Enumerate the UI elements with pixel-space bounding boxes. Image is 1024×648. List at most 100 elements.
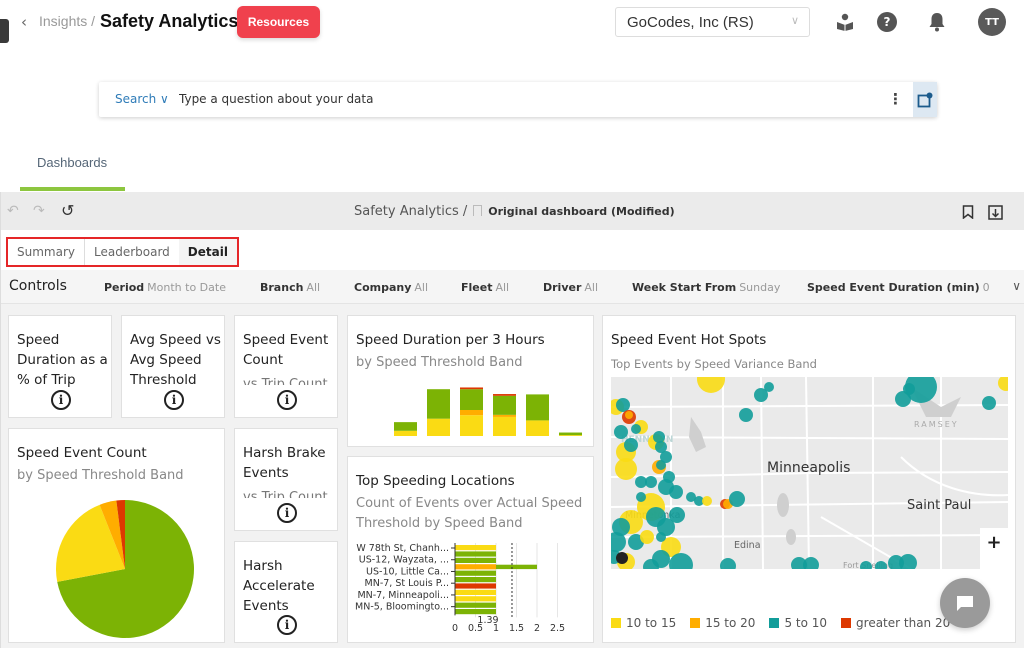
control-driver[interactable]: Driver All — [543, 281, 598, 294]
hot-spot-point[interactable] — [669, 485, 683, 499]
bar-segment[interactable] — [460, 387, 483, 390]
control-speed-event-duration[interactable]: Speed Event Duration (min) 0 — [807, 281, 990, 294]
bar-segment[interactable] — [460, 415, 483, 436]
speed-event-count-pie-card[interactable]: Speed Event Count by Speed Threshold Ban… — [8, 428, 225, 643]
location-bar[interactable] — [455, 577, 496, 583]
bar-segment[interactable] — [493, 414, 516, 417]
hot-spot-point[interactable] — [697, 377, 725, 393]
hot-spot-point[interactable] — [764, 382, 774, 392]
info-icon[interactable]: i — [277, 615, 297, 635]
reset-icon[interactable]: ↺ — [61, 201, 74, 220]
location-bar[interactable] — [455, 551, 496, 557]
resources-button[interactable]: Resources — [237, 6, 320, 38]
more-options-icon[interactable]: ⋮ — [888, 90, 903, 108]
bar-segment[interactable] — [493, 395, 516, 415]
hot-spot-point[interactable] — [624, 438, 638, 452]
location-bar[interactable] — [455, 602, 496, 608]
bar-segment[interactable] — [493, 416, 516, 436]
sheet-tab-summary[interactable]: Summary — [8, 239, 85, 265]
control-week-start[interactable]: Week Start From Sunday — [632, 281, 780, 294]
redo-icon[interactable]: ↷ — [33, 203, 45, 219]
hot-spot-point[interactable] — [702, 496, 712, 506]
back-chevron-icon[interactable]: ‹ — [21, 13, 27, 31]
legend-item[interactable]: 5 to 10 — [769, 616, 827, 630]
hot-spot-point[interactable] — [614, 425, 628, 439]
zoom-in-button[interactable]: + — [980, 528, 1008, 556]
hot-spot-point[interactable] — [631, 424, 641, 434]
hot-spot-point[interactable] — [903, 383, 915, 395]
user-avatar[interactable]: TT — [978, 8, 1006, 36]
hot-spot-point[interactable] — [899, 554, 917, 569]
hot-spot-point[interactable] — [645, 476, 657, 488]
location-bar[interactable] — [455, 545, 496, 551]
kpi-card-harsh-accelerate[interactable]: Harsh Accelerate Events i — [234, 541, 338, 643]
bar-segment[interactable] — [460, 410, 483, 416]
sheet-tab-detail[interactable]: Detail — [178, 239, 237, 265]
map-attribution-icon[interactable] — [616, 552, 628, 564]
kpi-card-avg-speed[interactable]: Avg Speed vs Avg Speed Threshold i — [121, 315, 225, 418]
controls-title[interactable]: Controls — [9, 278, 67, 294]
dashboard-breadcrumb-root[interactable]: Safety Analytics / — [354, 204, 467, 219]
hot-spot-point[interactable] — [729, 491, 745, 507]
kpi-card-harsh-brake[interactable]: Harsh Brake Events vs Trip Count i — [234, 428, 338, 531]
control-branch[interactable]: Branch All — [260, 281, 320, 294]
location-bar[interactable] — [455, 570, 496, 576]
hot-spot-point[interactable] — [616, 398, 630, 412]
help-icon[interactable]: ? — [876, 11, 898, 33]
info-icon[interactable]: i — [277, 390, 297, 410]
legend-item[interactable]: greater than 20 — [841, 616, 950, 630]
expand-controls-chevron-icon[interactable]: ∨ — [1012, 279, 1021, 293]
bar-segment[interactable] — [427, 389, 450, 419]
hot-spot-point[interactable] — [669, 507, 685, 523]
bar-segment[interactable] — [559, 435, 582, 436]
info-icon[interactable]: i — [277, 503, 297, 523]
hot-spot-point[interactable] — [653, 431, 665, 443]
undo-icon[interactable]: ↶ — [7, 203, 19, 219]
zoom-out-button[interactable]: − — [980, 556, 1008, 570]
training-icon[interactable] — [834, 11, 856, 33]
kpi-card-speed-duration-pct[interactable]: Speed Duration as a % of Trip i — [8, 315, 112, 418]
info-icon[interactable]: i — [164, 390, 184, 410]
hot-spot-point[interactable] — [803, 557, 819, 569]
bar-segment[interactable] — [526, 420, 549, 436]
location-bar[interactable] — [455, 557, 496, 563]
legend-item[interactable]: 10 to 15 — [611, 616, 676, 630]
hot-spot-point[interactable] — [636, 492, 646, 502]
breadcrumb-insights[interactable]: Insights / — [39, 13, 95, 29]
location-bar[interactable] — [496, 564, 537, 570]
company-select[interactable]: GoCodes, Inc (RS) ∨ — [615, 7, 810, 37]
notifications-bell-icon[interactable] — [926, 11, 948, 33]
location-bar[interactable] — [455, 609, 496, 615]
bar-segment[interactable] — [460, 389, 483, 410]
hot-spot-point[interactable] — [982, 396, 996, 410]
bar-segment[interactable] — [394, 430, 417, 436]
bar-segment[interactable] — [526, 394, 549, 421]
hot-spot-point[interactable] — [660, 451, 672, 463]
download-icon[interactable] — [988, 205, 1003, 220]
speed-duration-bar-card[interactable]: Speed Duration per 3 Hours by Speed Thre… — [347, 315, 594, 447]
search-input[interactable] — [179, 86, 879, 112]
map-canvas[interactable]: HENNEPINRAMSEYMinneapolisSaint PaulMinne… — [611, 377, 1008, 569]
location-bar[interactable] — [455, 564, 496, 570]
legend-item[interactable]: 15 to 20 — [690, 616, 755, 630]
top-speeding-locations-card[interactable]: Top Speeding Locations Count of Events o… — [347, 456, 594, 643]
search-mode-dropdown[interactable]: Search ∨ — [115, 92, 169, 106]
location-bar[interactable] — [455, 589, 496, 595]
bar-segment[interactable] — [559, 432, 582, 436]
hot-spot-point[interactable] — [998, 377, 1008, 391]
bookmarks-icon[interactable] — [962, 205, 974, 219]
location-bar[interactable] — [455, 583, 496, 589]
chat-button[interactable] — [940, 578, 990, 628]
hot-spot-point[interactable] — [625, 411, 633, 419]
hot-spot-point[interactable] — [656, 532, 666, 542]
info-icon[interactable]: i — [51, 390, 71, 410]
hot-spot-point[interactable] — [663, 471, 675, 483]
hot-spot-point[interactable] — [615, 458, 637, 480]
control-company[interactable]: Company All — [354, 281, 428, 294]
kpi-card-speed-event-count[interactable]: Speed Event Count vs Trip Count i — [234, 315, 338, 418]
bar-segment[interactable] — [427, 418, 450, 436]
sheet-tab-leaderboard[interactable]: Leaderboard — [85, 239, 179, 265]
ask-assistant-button[interactable] — [913, 82, 937, 117]
control-fleet[interactable]: Fleet All — [461, 281, 509, 294]
location-bar[interactable] — [455, 596, 496, 602]
